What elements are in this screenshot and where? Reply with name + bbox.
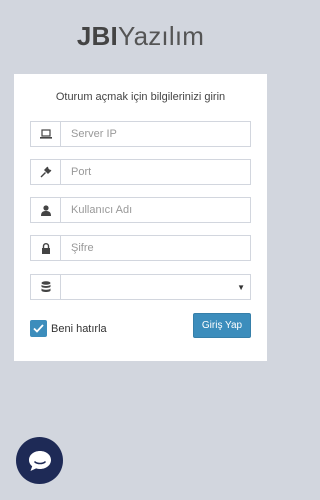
remember-checkbox[interactable] (30, 320, 47, 337)
brand-logo: JBIYazılım (0, 20, 281, 52)
check-icon (33, 324, 44, 333)
remember-me[interactable]: Beni hatırla (30, 320, 107, 337)
brand-light: Yazılım (117, 21, 205, 51)
database-select[interactable]: ▼ (61, 275, 250, 299)
chat-widget-button[interactable] (16, 437, 63, 484)
login-page: JBIYazılım Oturum açmak için bilgilerini… (0, 0, 281, 500)
plug-icon (31, 160, 61, 184)
remember-label: Beni hatırla (51, 322, 107, 335)
port-field (30, 159, 251, 185)
username-input[interactable] (61, 198, 250, 222)
login-subtitle: Oturum açmak için bilgilerinizi girin (55, 91, 226, 103)
password-input[interactable] (61, 236, 250, 260)
laptop-icon (31, 122, 61, 146)
login-button[interactable]: Giriş Yap (193, 313, 251, 338)
database-icon (31, 275, 61, 299)
chat-bubble-icon (28, 450, 51, 471)
password-field (30, 235, 251, 261)
server-ip-input[interactable] (61, 122, 250, 146)
server-ip-field (30, 121, 251, 147)
lock-icon (31, 236, 61, 260)
database-field: ▼ (30, 274, 251, 300)
login-card: Oturum açmak için bilgilerinizi girin Se… (14, 74, 267, 361)
caret-down-icon: ▼ (237, 283, 245, 292)
port-input[interactable] (61, 160, 250, 184)
user-icon (31, 198, 61, 222)
brand-bold: JBI (76, 21, 118, 51)
username-field (30, 197, 251, 223)
